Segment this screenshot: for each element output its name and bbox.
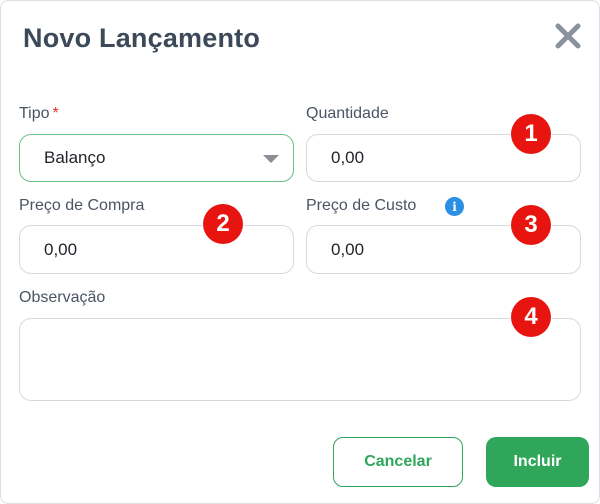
tipo-select-value: Balanço (44, 148, 106, 167)
observacao-label: Observação (19, 289, 106, 306)
preco-compra-label: Preço de Compra (19, 197, 145, 214)
dialog-title: Novo Lançamento (23, 23, 261, 53)
annotation-badge-4: 4 (511, 297, 551, 337)
preco-compra-input[interactable]: 0,00 (19, 225, 294, 274)
cancel-button[interactable]: Cancelar (333, 437, 463, 487)
preco-compra-value: 0,00 (44, 239, 78, 259)
quantidade-value: 0,00 (331, 148, 365, 167)
new-entry-dialog: Novo Lançamento Tipo * Balanço Quantidade… (0, 0, 600, 504)
annotation-badge-3: 3 (511, 205, 551, 245)
close-icon[interactable] (553, 21, 583, 51)
tipo-label: Tipo * (19, 105, 59, 123)
preco-custo-value: 0,00 (331, 239, 365, 259)
preco-custo-label: Preço de Custo (306, 197, 417, 214)
info-icon[interactable]: i (445, 197, 464, 216)
required-asterisk: * (52, 105, 59, 122)
annotation-badge-2: 2 (203, 204, 243, 244)
tipo-select[interactable]: Balanço (19, 134, 294, 182)
annotation-badge-1: 1 (511, 114, 551, 154)
submit-button[interactable]: Incluir (486, 437, 589, 487)
chevron-down-icon[interactable] (263, 155, 279, 163)
tipo-label-text: Tipo (19, 105, 50, 122)
quantidade-label: Quantidade (306, 105, 389, 122)
observacao-textarea[interactable] (19, 318, 581, 401)
